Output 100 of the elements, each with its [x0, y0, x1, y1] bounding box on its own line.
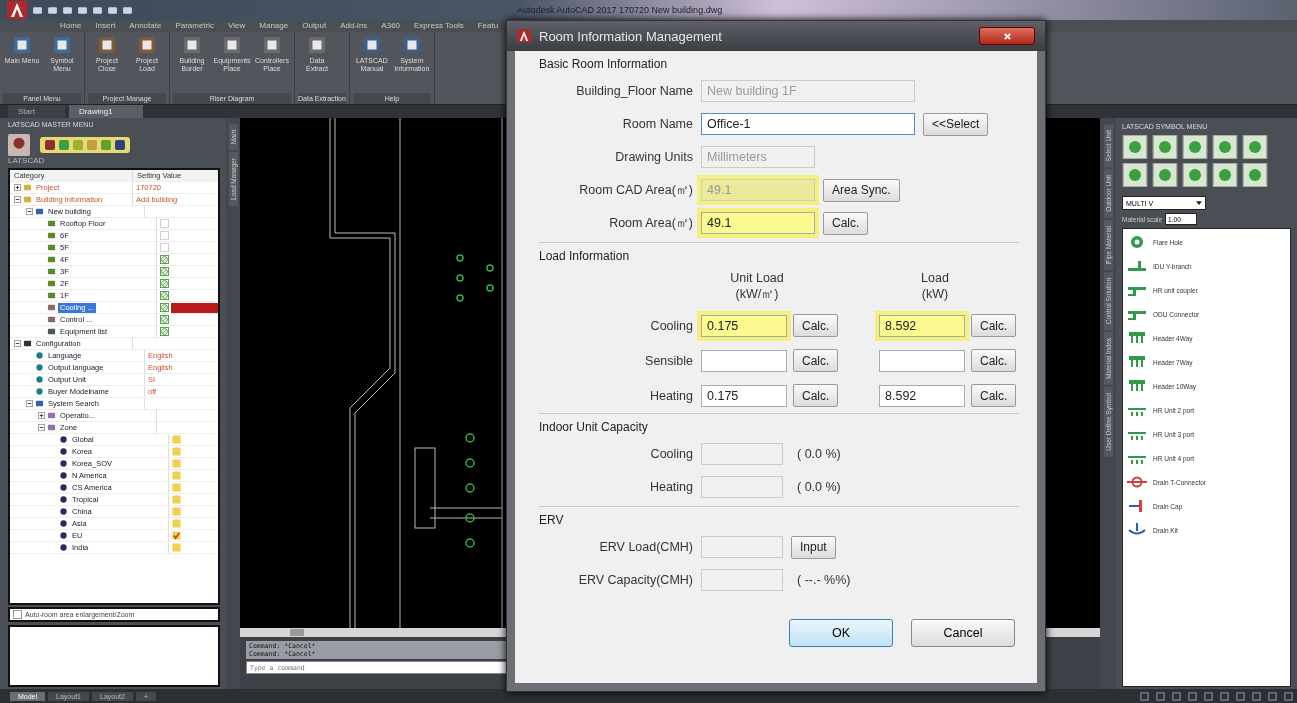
- field-label: Cooling: [649, 318, 693, 333]
- node-icon: [47, 279, 56, 288]
- dialog-button[interactable]: Cancel: [911, 619, 1015, 647]
- node-icon: [59, 507, 68, 516]
- symbol-tool-icon[interactable]: [1212, 163, 1238, 187]
- symbol-tool-icon[interactable]: [1242, 135, 1268, 159]
- tool-icon[interactable]: [114, 139, 126, 151]
- status-bar-icon[interactable]: [1204, 691, 1213, 701]
- dialog-title: Room Information Management: [539, 28, 723, 44]
- action-button[interactable]: <<Select: [923, 112, 989, 136]
- symbol-tool-icon[interactable]: [1152, 163, 1178, 187]
- expander-icon[interactable]: [38, 412, 45, 419]
- quick-access-icon[interactable]: [32, 4, 43, 16]
- node-icon: [23, 339, 32, 348]
- expander-icon[interactable]: [38, 424, 45, 431]
- checkbox[interactable]: [13, 610, 22, 619]
- checkbox[interactable]: [172, 531, 181, 540]
- tool-icon[interactable]: [44, 139, 56, 151]
- load-field[interactable]: 8.592: [879, 314, 965, 337]
- ribbon-tab[interactable]: Output: [302, 20, 327, 32]
- status-bar-icon[interactable]: [1284, 691, 1293, 701]
- load-field[interactable]: [879, 349, 965, 372]
- calc-button[interactable]: Calc.: [971, 314, 1017, 337]
- field-label: Building_Floor Name: [575, 84, 693, 98]
- section-title: Indoor Unit Capacity: [539, 420, 649, 434]
- checkbox[interactable]: [172, 507, 181, 516]
- symbol-tool-icon[interactable]: [1182, 163, 1208, 187]
- status-bar-icon[interactable]: [1140, 691, 1149, 701]
- field-label: Room Area(㎡): [608, 214, 693, 232]
- symbol-tool-icon[interactable]: [1212, 135, 1238, 159]
- calc-button[interactable]: Calc.: [793, 314, 839, 337]
- node-icon: [47, 243, 56, 252]
- logo-icon[interactable]: [8, 134, 30, 156]
- checkbox[interactable]: [172, 495, 181, 504]
- calc-button[interactable]: Calc.: [971, 384, 1017, 407]
- status-bar-icon[interactable]: [1268, 691, 1277, 701]
- quick-access-icon[interactable]: [107, 4, 118, 16]
- status-bar-icon[interactable]: [1172, 691, 1181, 701]
- ribbon-tool-icon: [138, 36, 156, 54]
- expander-icon[interactable]: [14, 184, 21, 191]
- text-field[interactable]: Office-1: [701, 113, 915, 135]
- ribbon-tool-icon: [223, 36, 241, 54]
- load-field[interactable]: [701, 349, 787, 372]
- expander-icon[interactable]: [26, 208, 33, 215]
- document-tab[interactable]: Drawing1: [68, 105, 143, 118]
- ribbon-tab[interactable]: Home: [60, 20, 82, 32]
- document-tab[interactable]: Start: [8, 105, 65, 118]
- status-bar-icon[interactable]: [1252, 691, 1261, 701]
- checkbox[interactable]: [172, 483, 181, 492]
- dialog-button[interactable]: OK: [789, 619, 893, 647]
- ribbon-tab[interactable]: Manage: [259, 20, 289, 32]
- ribbon-tab[interactable]: Parametric: [175, 20, 215, 32]
- symbol-tool-icon[interactable]: [1152, 135, 1178, 159]
- checkbox[interactable]: [172, 519, 181, 528]
- load-field[interactable]: 0.175: [701, 314, 787, 337]
- status-bar-icon[interactable]: [1188, 691, 1197, 701]
- ribbon-tool-icon: [13, 36, 31, 54]
- ribbon-tab[interactable]: Express Tools: [414, 20, 464, 32]
- load-field[interactable]: 0.175: [701, 384, 787, 407]
- ribbon-tab[interactable]: Add-ins: [340, 20, 368, 32]
- action-button[interactable]: Calc.: [823, 211, 869, 235]
- calc-button[interactable]: Calc.: [793, 349, 839, 372]
- load-field[interactable]: 8.592: [879, 384, 965, 407]
- expander-icon[interactable]: [26, 400, 33, 407]
- status-bar-icon[interactable]: [1156, 691, 1165, 701]
- symbol-tool-icon[interactable]: [1242, 163, 1268, 187]
- symbol-tool-icon[interactable]: [1182, 135, 1208, 159]
- node-icon: [59, 459, 68, 468]
- checkbox[interactable]: [172, 459, 181, 468]
- app-logo-icon[interactable]: [6, 1, 28, 19]
- checkbox[interactable]: [172, 543, 181, 552]
- symbol-tool-icon[interactable]: [1122, 135, 1148, 159]
- ribbon-tab[interactable]: Featu: [477, 20, 499, 32]
- calc-button[interactable]: Calc.: [971, 349, 1017, 372]
- ribbon-tool-icon: [362, 36, 381, 54]
- ribbon-tab[interactable]: Annotate: [129, 20, 162, 32]
- status-bar-icon[interactable]: [1236, 691, 1245, 701]
- checkbox[interactable]: [172, 471, 181, 480]
- quick-access-icon[interactable]: [92, 4, 103, 16]
- node-icon: [35, 375, 44, 384]
- quick-access-icon[interactable]: [77, 4, 88, 16]
- calc-button[interactable]: Calc.: [793, 384, 839, 407]
- status-bar-icon[interactable]: [1220, 691, 1229, 701]
- quick-access-icon[interactable]: [122, 4, 133, 16]
- expander-icon[interactable]: [14, 196, 21, 203]
- quick-access-icon[interactable]: [62, 4, 73, 16]
- node-icon: [47, 255, 56, 264]
- ribbon-tab[interactable]: View: [228, 20, 246, 32]
- close-button[interactable]: [979, 27, 1035, 45]
- field-label: Heating: [648, 388, 693, 403]
- field-label: Heating: [648, 480, 693, 494]
- checkbox[interactable]: [172, 435, 181, 444]
- symbol-tool-icon[interactable]: [1122, 163, 1148, 187]
- expander-icon[interactable]: [14, 340, 21, 347]
- checkbox[interactable]: [172, 447, 181, 456]
- ribbon-tab[interactable]: Insert: [95, 20, 116, 32]
- text-field[interactable]: 49.1: [701, 212, 815, 234]
- field-label: Drawing Units: [614, 150, 693, 164]
- quick-access-icon[interactable]: [47, 4, 58, 16]
- ribbon-tab[interactable]: A360: [381, 20, 401, 32]
